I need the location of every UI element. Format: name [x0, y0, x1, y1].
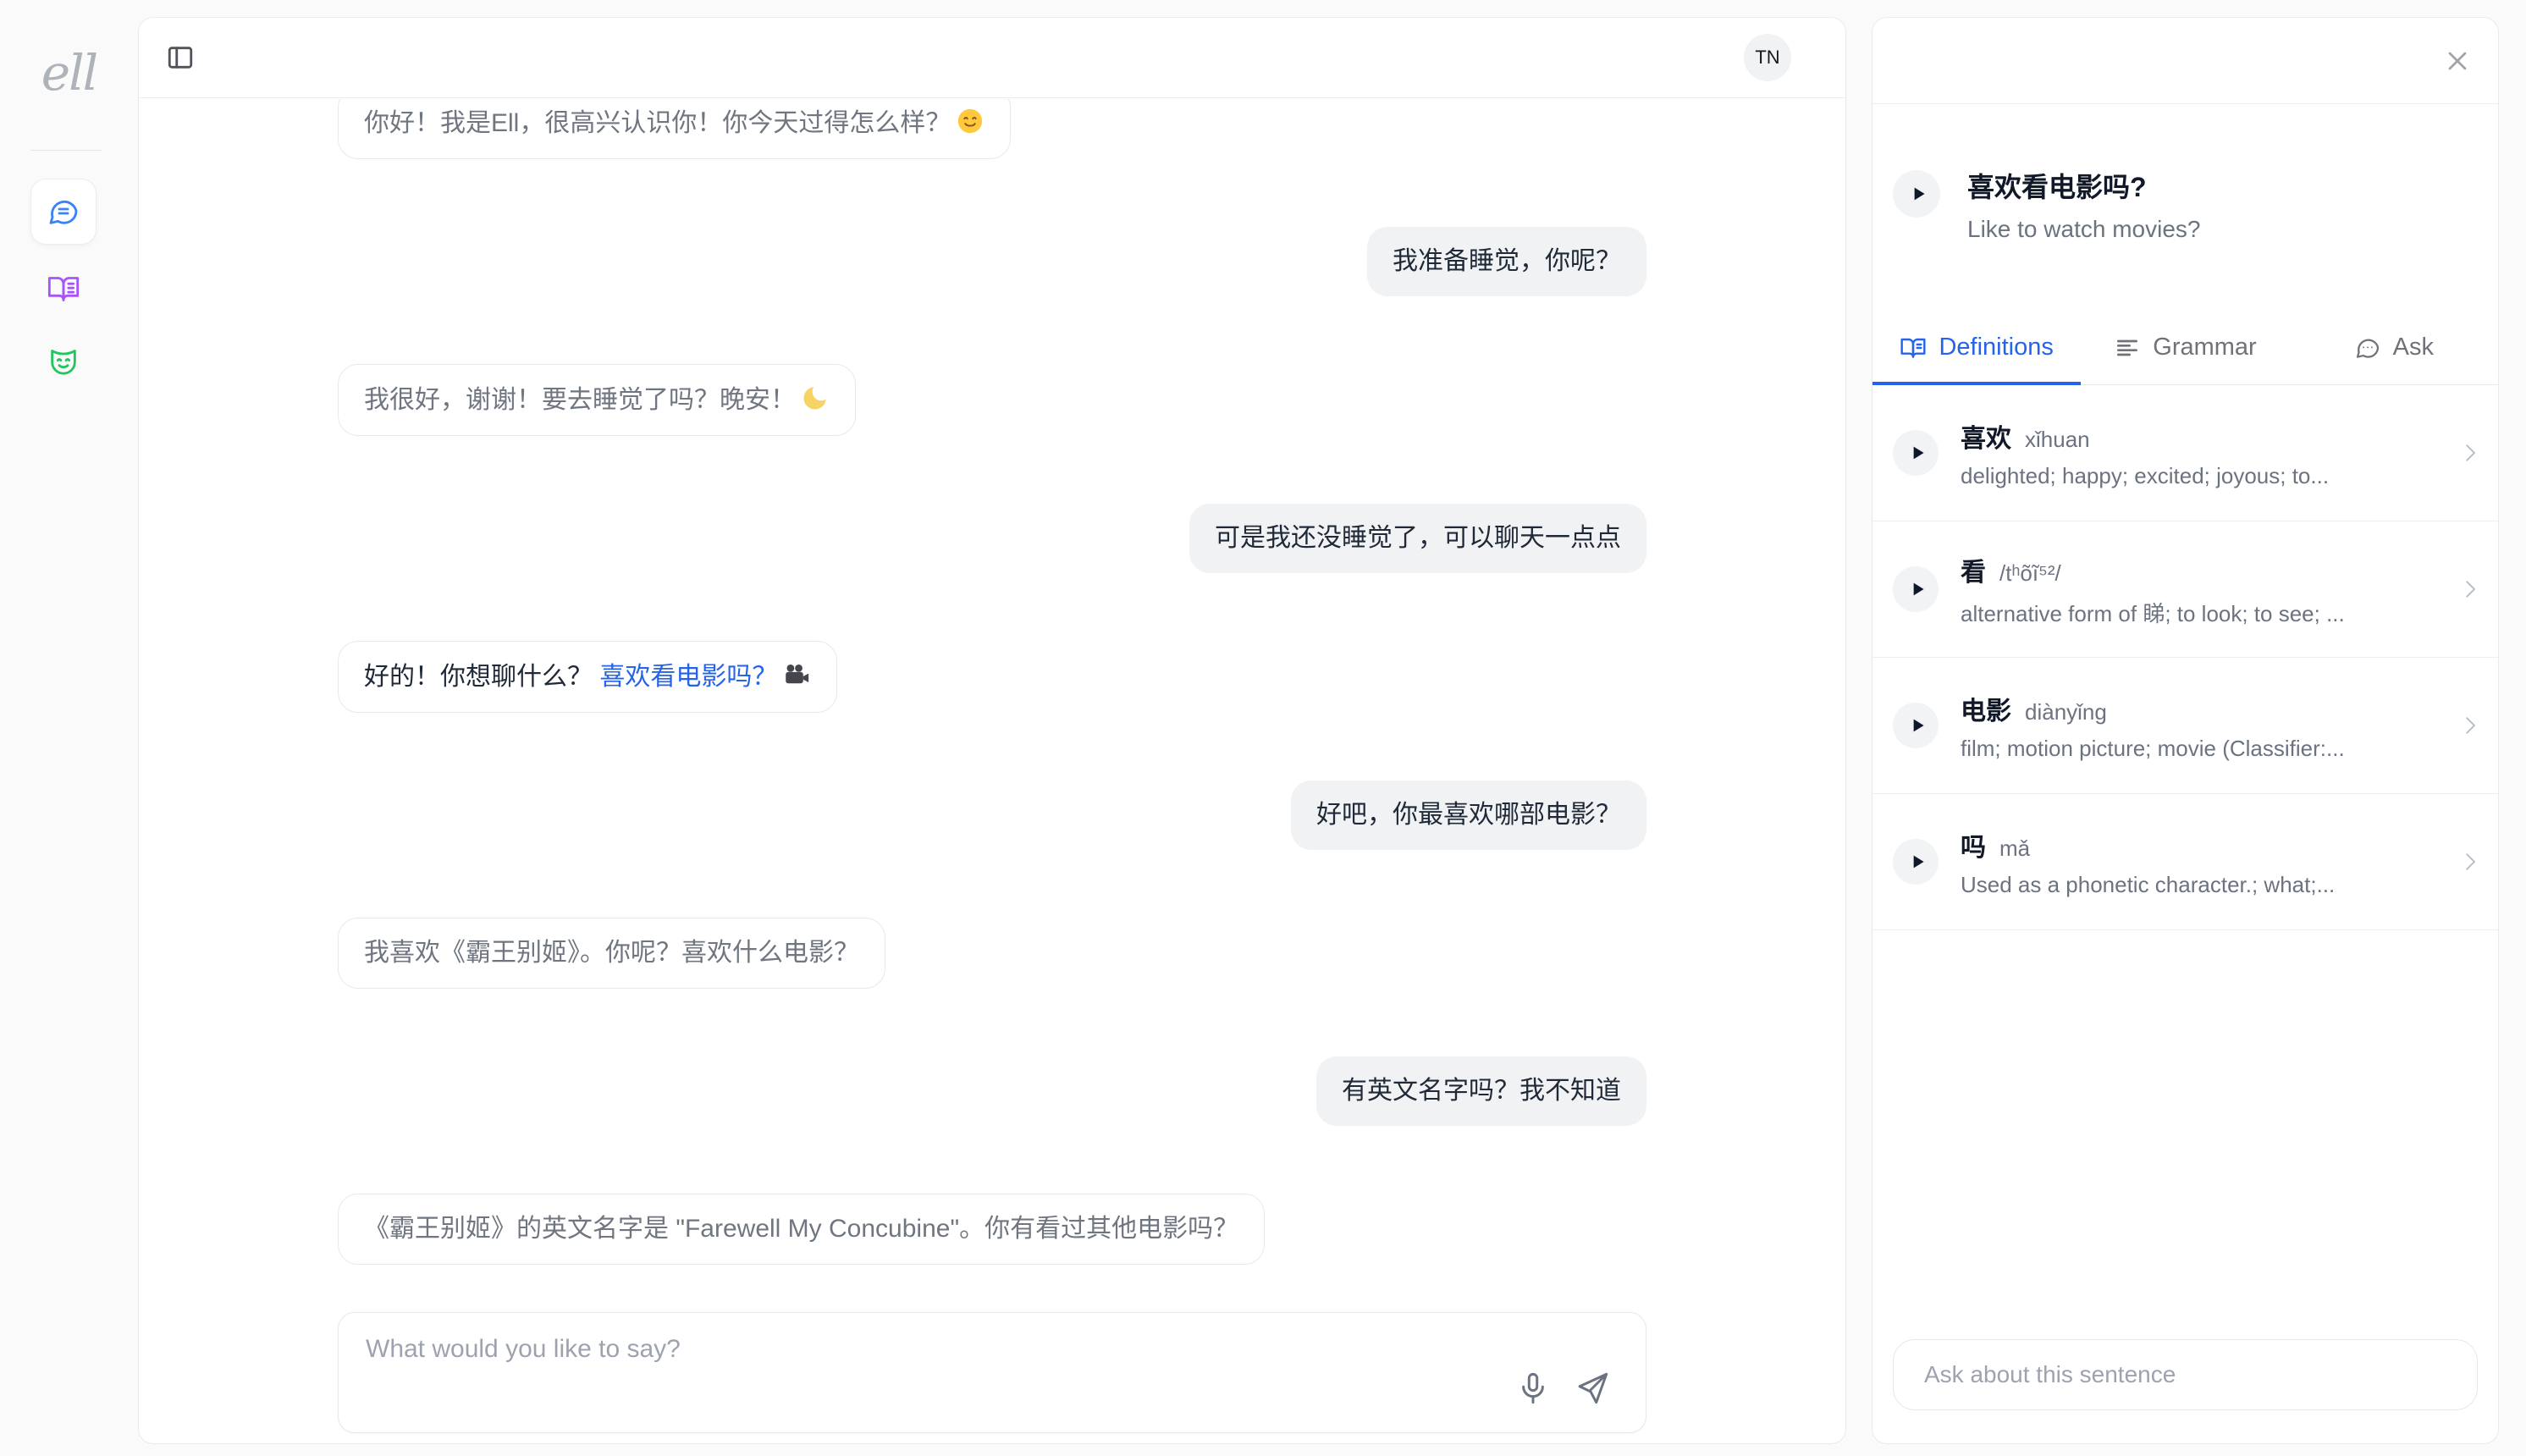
chevron-right-icon: [2457, 576, 2483, 602]
app-logo: ell: [0, 44, 138, 102]
chat-window: TN 你好！我是Ell，很高兴认识你！你今天过得怎么样？ 我准备睡觉，你呢？ 我…: [138, 17, 1846, 1444]
definition-row[interactable]: 看 /tʰõĩ⁵²/ alternative form of 睇; to loo…: [1872, 521, 2498, 658]
user-avatar[interactable]: TN: [1744, 34, 1791, 81]
microphone-button[interactable]: [1515, 1370, 1553, 1407]
definition-meaning: alternative form of 睇; to look; to see; …: [1961, 597, 2435, 628]
panel-header: [1872, 18, 2498, 104]
book-open-icon: [1900, 334, 1927, 361]
close-icon: [2442, 46, 2474, 76]
send-icon: [1575, 1371, 1612, 1406]
align-left-icon: [2114, 334, 2141, 361]
definition-row[interactable]: 喜欢 xǐhuan delighted; happy; excited; joy…: [1872, 385, 2498, 521]
play-icon: [1904, 578, 1928, 600]
close-panel-button[interactable]: [2442, 45, 2474, 77]
sidebar-item-roleplay[interactable]: [30, 328, 97, 394]
assistant-message[interactable]: 我很好，谢谢！要去睡觉了吗？晚安！: [338, 364, 856, 436]
crescent-moon-emoji: [801, 383, 830, 412]
chat-dots-icon: [2354, 334, 2381, 361]
tab-ask[interactable]: Ask: [2290, 311, 2498, 384]
play-icon: [1904, 442, 1928, 464]
user-message[interactable]: 我准备睡觉，你呢？: [1367, 227, 1646, 296]
chevron-right-icon: [2457, 713, 2483, 738]
sentence-detail-panel: 喜欢看电影吗? Like to watch movies? Definition…: [1872, 17, 2499, 1444]
send-button[interactable]: [1575, 1370, 1612, 1407]
chevron-right-icon: [2457, 440, 2483, 466]
movie-camera-emoji: [782, 660, 811, 689]
user-message[interactable]: 好吧，你最喜欢哪部电影？: [1291, 780, 1646, 850]
ask-sentence-input[interactable]: [1894, 1340, 2477, 1409]
assistant-message[interactable]: 好的！你想聊什么？ 喜欢看电影吗？: [338, 641, 837, 713]
definition-row[interactable]: 吗 mǎ Used as a phonetic character.; what…: [1872, 794, 2498, 930]
chat-message-list[interactable]: 你好！我是Ell，很高兴认识你！你今天过得怎么样？ 我准备睡觉，你呢？ 我很好，…: [139, 99, 1845, 1443]
chat-header: TN: [139, 18, 1845, 98]
definition-pinyin: diànyǐng: [2025, 699, 2107, 725]
sidebar-divider: [30, 150, 102, 151]
sidebar-toggle-button[interactable]: [166, 41, 198, 74]
definition-pinyin: mǎ: [1999, 836, 2030, 862]
definition-pinyin: xǐhuan: [2025, 427, 2090, 453]
play-word-audio-button[interactable]: [1893, 430, 1939, 476]
user-message[interactable]: 有英文名字吗？我不知道: [1316, 1056, 1646, 1126]
assistant-message[interactable]: 你好！我是Ell，很高兴认识你！你今天过得怎么样？: [338, 99, 1011, 159]
definition-pinyin: /tʰõĩ⁵²/: [1999, 560, 2061, 587]
tab-grammar[interactable]: Grammar: [2081, 311, 2289, 384]
definition-meaning: Used as a phonetic character.; what;...: [1961, 872, 2435, 898]
sentence-hanzi: 喜欢看电影吗?: [1967, 170, 2200, 204]
definition-word: 看: [1961, 551, 1986, 588]
play-word-audio-button[interactable]: [1893, 566, 1939, 612]
message-composer: [338, 1312, 1646, 1433]
assistant-message[interactable]: 《霸王别姬》的英文名字是 "Farewell My Concubine"。你有看…: [338, 1194, 1265, 1265]
panel-toggle-icon: [166, 43, 198, 72]
chat-bubble-icon: [47, 195, 80, 229]
microphone-icon: [1515, 1371, 1553, 1406]
sentence-translation: Like to watch movies?: [1967, 216, 2200, 243]
tab-definitions[interactable]: Definitions: [1872, 311, 2081, 384]
left-sidebar: ell: [0, 0, 138, 1456]
play-icon: [1905, 183, 1929, 205]
play-icon: [1904, 714, 1928, 736]
play-word-audio-button[interactable]: [1893, 839, 1939, 885]
open-book-icon: [47, 272, 80, 306]
definition-word: 电影: [1961, 690, 2011, 727]
play-sentence-button[interactable]: [1893, 170, 1940, 218]
definition-word: 吗: [1961, 826, 1986, 863]
definition-row[interactable]: 电影 diànyǐng film; motion picture; movie …: [1872, 658, 2498, 794]
sidebar-item-chat[interactable]: [30, 179, 97, 245]
ask-sentence-box: [1893, 1339, 2478, 1410]
play-word-audio-button[interactable]: [1893, 703, 1939, 748]
definition-word: 喜欢: [1961, 417, 2011, 455]
assistant-message[interactable]: 我喜欢《霸王别姬》。你呢？喜欢什么电影？: [338, 918, 885, 989]
message-input[interactable]: [339, 1313, 1646, 1432]
theater-mask-icon: [47, 345, 80, 378]
play-icon: [1904, 851, 1928, 873]
sidebar-item-library[interactable]: [30, 256, 97, 322]
definitions-list: 喜欢 xǐhuan delighted; happy; excited; joy…: [1872, 385, 2498, 930]
chevron-right-icon: [2457, 849, 2483, 874]
smiling-face-emoji: [956, 107, 984, 135]
definition-meaning: film; motion picture; movie (Classifier:…: [1961, 736, 2435, 762]
selected-sentence-link[interactable]: 喜欢看电影吗？: [599, 663, 777, 691]
panel-tabs: Definitions Grammar Ask: [1872, 311, 2498, 385]
sentence-block: 喜欢看电影吗? Like to watch movies?: [1872, 104, 2498, 311]
definition-meaning: delighted; happy; excited; joyous; to...: [1961, 463, 2435, 489]
user-message[interactable]: 可是我还没睡觉了，可以聊天一点点: [1189, 504, 1646, 573]
